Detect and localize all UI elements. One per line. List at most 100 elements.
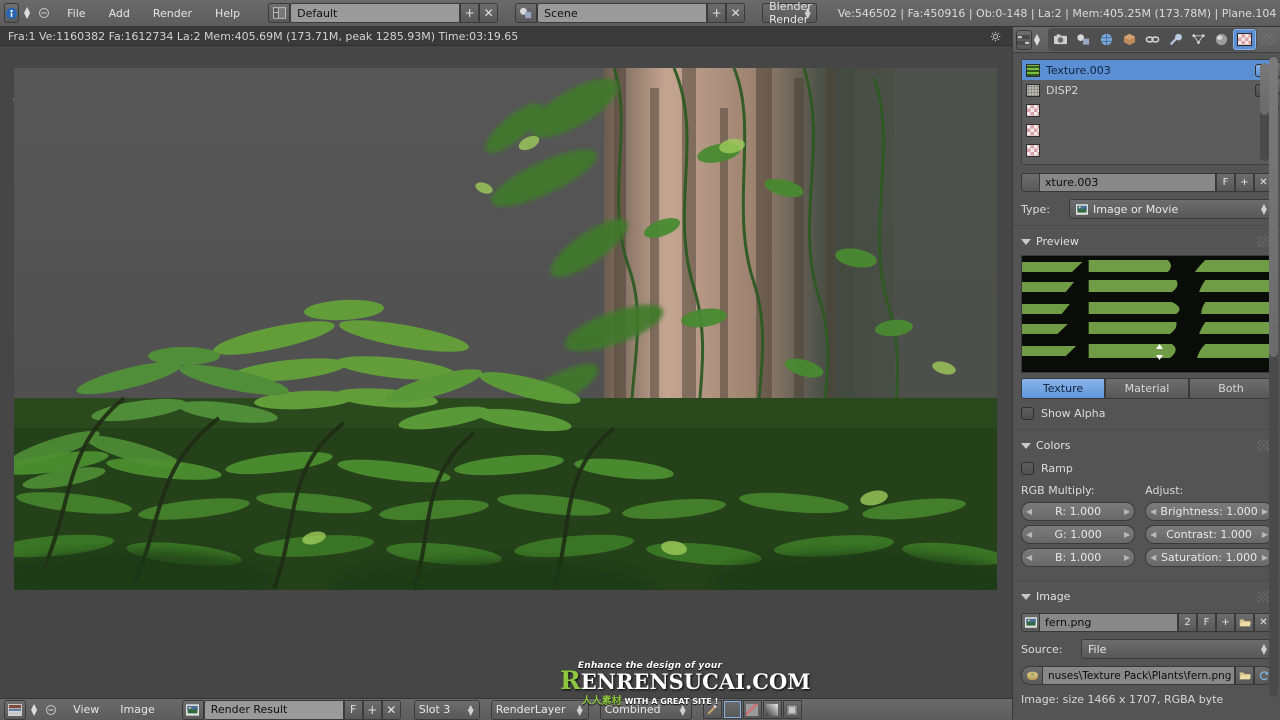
browse-datablock-icon[interactable] [1259, 31, 1277, 49]
color-r-slider[interactable]: ◀ R: 1.000 ▶ [1021, 502, 1136, 521]
properties-editor-icon[interactable] [1016, 29, 1032, 50]
file-image-icon[interactable] [1021, 666, 1043, 685]
editor-type-updown-icon[interactable]: ▲ ▼ [31, 702, 37, 716]
render-layer-selector[interactable]: RenderLayer ▲ ▼ [490, 699, 589, 720]
menu-file[interactable]: File [58, 4, 94, 23]
texture-type-selector[interactable]: Image or Movie ▲ ▼ [1069, 199, 1273, 219]
rendered-image[interactable] [14, 68, 997, 590]
tab-texture-icon[interactable] [1233, 29, 1256, 50]
tab-render-icon[interactable] [1049, 29, 1072, 50]
menu-add[interactable]: Add [100, 4, 139, 23]
image-panel-header[interactable]: Image [1013, 587, 1280, 606]
tab-modifier-wrench-icon[interactable] [1164, 29, 1187, 50]
scene-icon[interactable] [515, 3, 538, 23]
texture-slot-1[interactable]: DISP2 [1022, 80, 1272, 100]
increment-icon[interactable]: ▶ [1262, 507, 1268, 516]
fake-user-button[interactable]: F [343, 699, 363, 720]
render-slot-selector[interactable]: Slot 3 ▲ ▼ [413, 699, 480, 720]
image-editor-icon[interactable] [4, 699, 26, 720]
texture-slot-0[interactable]: Texture.003 [1022, 60, 1272, 80]
gear-icon[interactable] [986, 27, 1004, 45]
image-source-selector[interactable]: File ▲ ▼ [1081, 639, 1273, 659]
checker-alpha-icon[interactable] [722, 700, 742, 719]
color-g-slider[interactable]: ◀ G: 1.000 ▶ [1021, 525, 1136, 544]
layout-delete-button[interactable]: ✕ [479, 3, 499, 23]
texture-slot-3[interactable] [1022, 120, 1272, 140]
screen-layout-selector[interactable]: Default + ✕ [268, 3, 499, 23]
tab-world-icon[interactable] [1095, 29, 1118, 50]
scene-selector[interactable]: Scene + ✕ [515, 3, 746, 23]
gradient-icon[interactable] [762, 700, 782, 719]
ramp-checkbox[interactable] [1021, 462, 1034, 475]
collapse-menu-icon[interactable] [42, 701, 60, 719]
image-name-field[interactable]: fern.png [1040, 613, 1178, 632]
layout-add-button[interactable]: + [460, 3, 480, 23]
image-add-button[interactable]: + [362, 699, 382, 720]
preview-mode-texture[interactable]: Texture [1021, 378, 1105, 399]
contrast-slider[interactable]: ◀ Contrast: 1.000 ▶ [1145, 525, 1273, 544]
editor-type-updown-icon[interactable]: ▲ ▼ [1034, 32, 1040, 46]
decrement-icon[interactable]: ◀ [1026, 553, 1032, 562]
blender-logo-icon[interactable] [4, 3, 19, 23]
brightness-slider[interactable]: ◀ Brightness: 1.000 ▶ [1145, 502, 1273, 521]
preview-mode-material[interactable]: Material [1105, 378, 1189, 399]
menu-help[interactable]: Help [206, 4, 249, 23]
footer-menu-image[interactable]: Image [112, 701, 162, 719]
show-alpha-checkbox[interactable] [1021, 407, 1034, 420]
image-unlink-button[interactable]: ✕ [381, 699, 401, 720]
decrement-icon[interactable]: ◀ [1026, 530, 1032, 539]
image-datablock-icon[interactable] [1021, 613, 1040, 632]
tab-object-icon[interactable] [1118, 29, 1141, 50]
texture-icon[interactable] [1021, 173, 1040, 192]
texture-slot-list[interactable]: Texture.003 DISP2 [1021, 59, 1280, 165]
image-fake-user-button[interactable]: F [1197, 613, 1216, 632]
zebra-icon[interactable] [742, 700, 762, 719]
paint-brush-icon[interactable] [702, 700, 722, 719]
fake-user-button[interactable]: F [1216, 173, 1235, 192]
texture-new-button[interactable]: + [1235, 173, 1254, 192]
color-b-slider[interactable]: ◀ B: 1.000 ▶ [1021, 548, 1136, 567]
render-pass-selector[interactable]: Combined ▲ ▼ [599, 699, 692, 720]
increment-icon[interactable]: ▶ [1124, 553, 1130, 562]
ramp-row[interactable]: Ramp [1013, 462, 1280, 475]
texture-slot-2[interactable] [1022, 100, 1272, 120]
colors-panel-header[interactable]: Colors [1013, 436, 1280, 455]
screen-layout-icon[interactable] [268, 3, 291, 23]
image-filepath-field[interactable]: nuses\Texture Pack\Plants\fern.png [1043, 666, 1235, 685]
scene-name[interactable]: Scene [537, 3, 708, 23]
image-datablock-selector[interactable]: Render Result F + ✕ [181, 699, 401, 720]
show-alpha-row[interactable]: Show Alpha [1013, 407, 1280, 420]
image-path-browse-button[interactable] [1235, 666, 1254, 685]
tab-material-icon[interactable] [1210, 29, 1233, 50]
editor-type-updown-icon[interactable]: ▲ ▼ [24, 6, 30, 20]
texture-name-field[interactable]: xture.003 [1040, 173, 1216, 192]
footer-menu-view[interactable]: View [65, 701, 107, 719]
decrement-icon[interactable]: ◀ [1026, 507, 1032, 516]
decrement-icon[interactable]: ◀ [1150, 507, 1156, 516]
tab-constraints-icon[interactable] [1141, 29, 1164, 50]
display-channel-icon[interactable] [782, 700, 802, 719]
increment-icon[interactable]: ▶ [1262, 530, 1268, 539]
screen-layout-name[interactable]: Default [290, 3, 461, 23]
menu-render[interactable]: Render [144, 4, 201, 23]
image-name-field[interactable]: Render Result [203, 699, 344, 720]
increment-icon[interactable]: ▶ [1262, 553, 1268, 562]
preview-panel-header[interactable]: Preview [1013, 232, 1280, 251]
saturation-slider[interactable]: ◀ Saturation: 1.000 ▶ [1145, 548, 1273, 567]
tab-scene-icon[interactable] [1072, 29, 1095, 50]
preview-mode-both[interactable]: Both [1189, 378, 1273, 399]
image-open-button[interactable] [1235, 613, 1254, 632]
image-users-count[interactable]: 2 [1178, 613, 1197, 632]
increment-icon[interactable]: ▶ [1124, 507, 1130, 516]
render-engine-selector[interactable]: Blender Render ▲ ▼ [762, 0, 817, 26]
texture-list-scrollbar[interactable] [1260, 63, 1269, 161]
collapse-menu-icon[interactable] [35, 4, 53, 22]
properties-scrollbar[interactable] [1269, 57, 1278, 697]
image-datablock-icon[interactable] [181, 699, 204, 720]
texture-preview[interactable] [1021, 255, 1273, 373]
texture-slot-4[interactable] [1022, 140, 1272, 160]
scene-add-button[interactable]: + [707, 3, 727, 23]
increment-icon[interactable]: ▶ [1124, 530, 1130, 539]
decrement-icon[interactable]: ◀ [1150, 530, 1156, 539]
decrement-icon[interactable]: ◀ [1150, 553, 1156, 562]
